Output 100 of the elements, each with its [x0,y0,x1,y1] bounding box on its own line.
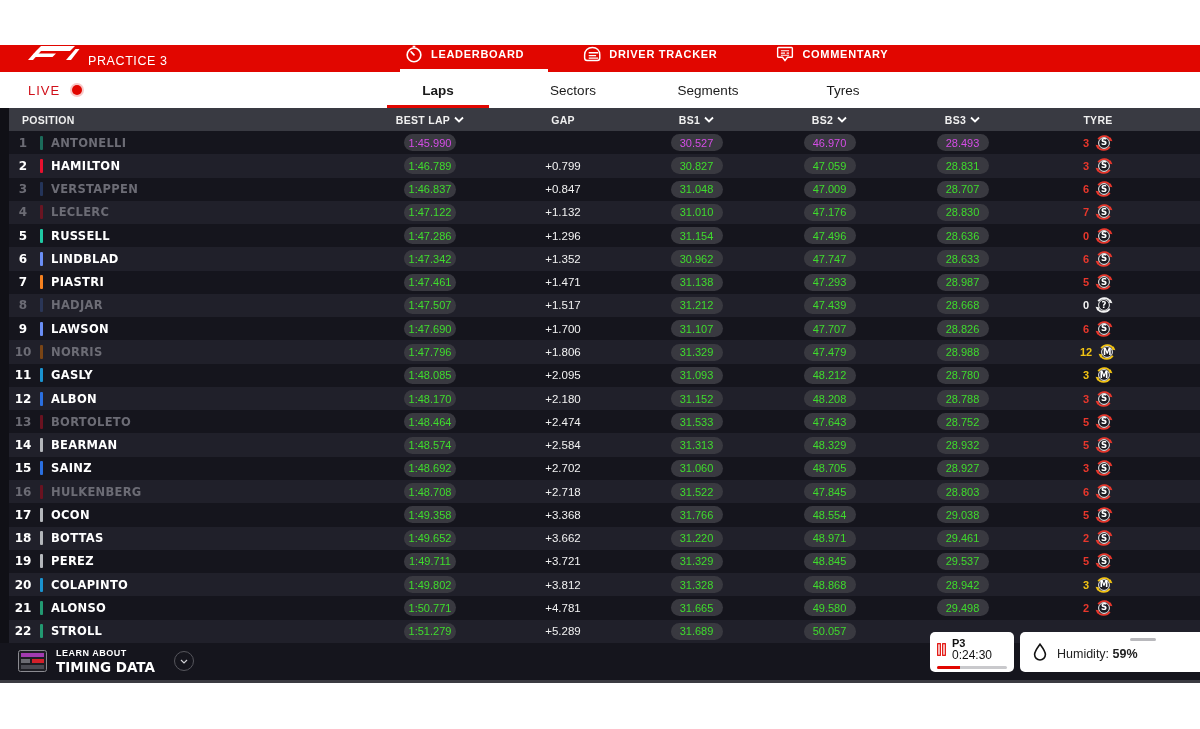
sector-time: 31.329 [670,343,723,361]
session-time: 0:24:30 [952,649,993,662]
live-dot-icon [72,85,83,95]
driver-name: LINDBLAD [51,251,119,266]
sector-time: 31.138 [670,273,723,291]
tyre-laps: 3 [1082,578,1090,591]
best-lap-time: 1:47.286 [404,227,456,245]
tyre-compound-badge: S [1095,156,1114,175]
sort-column-header[interactable]: BEST LAP [395,113,465,126]
best-lap-time: 1:51.279 [404,622,456,640]
tyre-laps: 0 [1082,299,1090,312]
pause-icon[interactable] [937,643,946,656]
sector-time: 31.107 [670,320,723,338]
driver-name: COLAPINTO [51,577,129,592]
tyre-compound-badge: S [1095,482,1114,501]
position-number: 8 [17,298,29,313]
sort-column-header[interactable]: BS2 [811,113,848,126]
tyre-compound-badge: M [1095,575,1114,594]
sector-time: 31.152 [670,390,723,408]
tyre-laps: 3 [1082,392,1090,405]
view-tab[interactable]: Tyres [792,72,894,108]
column-header: TYRE [1083,113,1113,126]
driver-name: PEREZ [51,554,94,569]
tyre-laps: 3 [1082,462,1090,475]
chevron-down-icon [970,116,981,123]
sector-time: 47.643 [803,413,856,431]
tyre-compound-badge: S [1095,226,1114,245]
sector-time: 28.942 [936,576,989,594]
gap-time: +2.718 [545,485,581,498]
tyre-laps: 0 [1082,229,1090,242]
best-lap-time: 1:47.796 [404,343,456,361]
column-header: GAP [551,113,575,126]
sort-column-header[interactable]: BS3 [944,113,981,126]
driver-name: BORTOLETO [51,414,131,429]
sector-time: 48.329 [803,436,856,454]
best-lap-time: 1:46.789 [404,157,456,175]
gap-time: +5.289 [545,625,581,638]
gap-time: +1.132 [545,206,581,219]
chevron-down-icon [454,116,465,123]
nav-tab[interactable]: DRIVER TRACKER [578,45,742,72]
view-tab[interactable]: Sectors [522,72,624,108]
driver-name: RUSSELL [51,228,110,243]
gap-time: +2.474 [545,415,581,428]
gap-time: +1.471 [545,276,581,289]
sector-time: 46.970 [803,134,856,152]
position-number: 15 [13,461,33,476]
best-lap-time: 1:48.464 [404,413,456,431]
gap-time: +2.180 [545,392,581,405]
sector-time: 29.038 [936,506,989,524]
logo-icon [28,46,80,60]
driver-name: BEARMAN [51,438,118,453]
sector-time: 48.208 [803,390,856,408]
tyre-compound-badge: S [1095,273,1114,292]
sector-time: 31.689 [670,622,723,640]
driver-name: LAWSON [51,321,109,336]
position-number: 3 [17,182,29,197]
tyre-laps: 5 [1082,276,1090,289]
drag-handle[interactable] [1130,638,1156,641]
session-name: PRACTICE 3 [88,54,168,68]
best-lap-time: 1:48.708 [404,483,456,501]
driver-name: BOTTAS [51,531,104,546]
gap-time: +3.721 [545,555,581,568]
sector-time: 28.636 [936,227,989,245]
position-number: 20 [13,577,33,592]
sector-time: 28.707 [936,180,989,198]
position-number: 19 [13,554,33,569]
sort-column-header[interactable]: BS1 [678,113,715,126]
driver-name: SAINZ [51,461,92,476]
tyre-compound-badge: M [1095,366,1114,385]
sector-time: 48.554 [803,506,856,524]
best-lap-time: 1:48.692 [404,459,456,477]
best-lap-time: 1:49.358 [404,506,456,524]
gap-time: +0.847 [545,183,581,196]
sector-time: 28.927 [936,459,989,477]
sector-time: 31.048 [670,180,723,198]
gap-time: +4.781 [545,601,581,614]
column-header: POSITION [22,113,75,126]
sector-time: 31.328 [670,576,723,594]
best-lap-time: 1:46.837 [404,180,456,198]
sector-time: 31.060 [670,459,723,477]
view-tab[interactable]: Segments [657,72,759,108]
timing-data-title: TIMING DATA [56,659,155,675]
tyre-laps: 7 [1082,206,1090,219]
best-lap-time: 1:47.342 [404,250,456,268]
position-number: 13 [13,414,33,429]
tyre-compound-badge: S [1095,598,1114,617]
tyre-compound-badge: S [1095,389,1114,408]
position-number: 18 [13,531,33,546]
sector-time: 29.498 [936,599,989,617]
best-lap-time: 1:49.711 [404,552,456,570]
gap-time: +3.812 [545,578,581,591]
sector-time: 28.932 [936,436,989,454]
gap-time: +3.662 [545,532,581,545]
tyre-laps: 3 [1082,369,1090,382]
gap-time: +2.584 [545,439,581,452]
sector-time: 28.752 [936,413,989,431]
position-number: 4 [17,205,29,220]
nav-tab[interactable]: COMMENTARY [771,45,913,72]
gap-time: +0.799 [545,159,581,172]
driver-name: HADJAR [51,298,103,313]
